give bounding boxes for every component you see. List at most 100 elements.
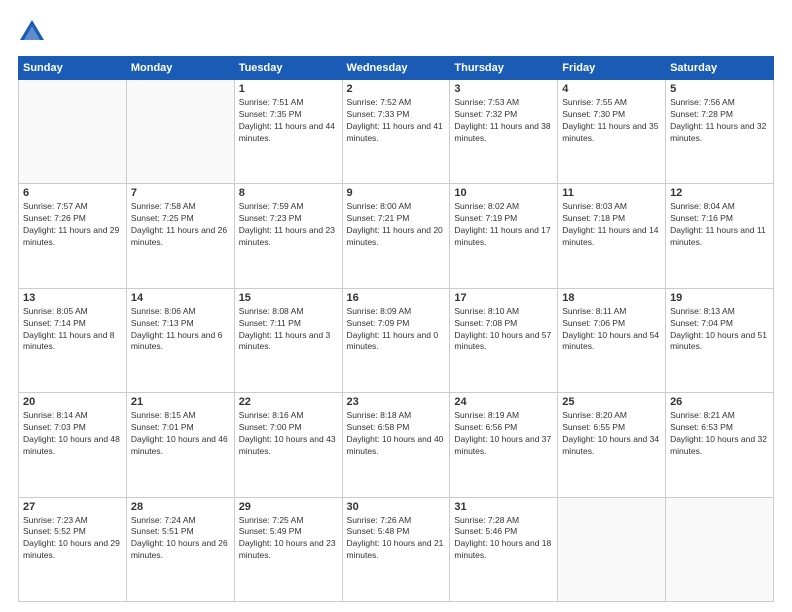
calendar-cell: 11 Sunrise: 8:03 AMSunset: 7:18 PMDayligh… xyxy=(558,184,666,288)
calendar-cell: 21 Sunrise: 8:15 AMSunset: 7:01 PMDayligh… xyxy=(126,393,234,497)
calendar-cell: 14 Sunrise: 8:06 AMSunset: 7:13 PMDayligh… xyxy=(126,288,234,392)
calendar-cell: 17Sunrise: 8:10 AMSunset: 7:08 PMDayligh… xyxy=(450,288,558,392)
day-number: 16 xyxy=(347,292,446,304)
calendar-cell: 4 Sunrise: 7:55 AMSunset: 7:30 PMDaylight… xyxy=(558,80,666,184)
calendar-cell xyxy=(666,497,774,601)
calendar-cell: 24 Sunrise: 8:19 AMSunset: 6:56 PMDayligh… xyxy=(450,393,558,497)
col-header-friday: Friday xyxy=(558,57,666,80)
cell-info: Sunrise: 7:58 AMSunset: 7:25 PMDaylight:… xyxy=(131,201,230,249)
calendar-cell: 23 Sunrise: 8:18 AMSunset: 6:58 PMDayligh… xyxy=(342,393,450,497)
day-number: 30 xyxy=(347,501,446,513)
calendar-week-3: 20 Sunrise: 8:14 AMSunset: 7:03 PMDayligh… xyxy=(19,393,774,497)
logo-icon xyxy=(18,18,46,46)
cell-info: Sunrise: 7:23 AMSunset: 5:52 PMDaylight:… xyxy=(23,515,122,563)
cell-info: Sunrise: 7:51 AMSunset: 7:35 PMDaylight:… xyxy=(239,97,338,145)
calendar-cell xyxy=(19,80,127,184)
cell-info: Sunrise: 7:55 AMSunset: 7:30 PMDaylight:… xyxy=(562,97,661,145)
cell-info: Sunrise: 8:15 AMSunset: 7:01 PMDaylight:… xyxy=(131,410,230,458)
calendar-week-4: 27 Sunrise: 7:23 AMSunset: 5:52 PMDayligh… xyxy=(19,497,774,601)
calendar-cell: 9 Sunrise: 8:00 AMSunset: 7:21 PMDaylight… xyxy=(342,184,450,288)
day-number: 4 xyxy=(562,83,661,95)
day-number: 5 xyxy=(670,83,769,95)
calendar-cell: 12Sunrise: 8:04 AMSunset: 7:16 PMDayligh… xyxy=(666,184,774,288)
calendar-cell: 18Sunrise: 8:11 AMSunset: 7:06 PMDayligh… xyxy=(558,288,666,392)
day-number: 14 xyxy=(131,292,230,304)
cell-info: Sunrise: 8:13 AMSunset: 7:04 PMDaylight:… xyxy=(670,306,769,354)
calendar-cell: 5 Sunrise: 7:56 AMSunset: 7:28 PMDaylight… xyxy=(666,80,774,184)
cell-info: Sunrise: 7:53 AMSunset: 7:32 PMDaylight:… xyxy=(454,97,553,145)
cell-info: Sunrise: 8:04 AMSunset: 7:16 PMDaylight:… xyxy=(670,201,769,249)
cell-info: Sunrise: 8:16 AMSunset: 7:00 PMDaylight:… xyxy=(239,410,338,458)
day-number: 24 xyxy=(454,396,553,408)
day-number: 18 xyxy=(562,292,661,304)
col-header-monday: Monday xyxy=(126,57,234,80)
day-number: 28 xyxy=(131,501,230,513)
logo xyxy=(18,18,50,46)
calendar-week-0: 1 Sunrise: 7:51 AMSunset: 7:35 PMDaylight… xyxy=(19,80,774,184)
calendar-week-2: 13 Sunrise: 8:05 AMSunset: 7:14 PMDayligh… xyxy=(19,288,774,392)
calendar-table: SundayMondayTuesdayWednesdayThursdayFrid… xyxy=(18,56,774,602)
col-header-tuesday: Tuesday xyxy=(234,57,342,80)
cell-info: Sunrise: 8:06 AMSunset: 7:13 PMDaylight:… xyxy=(131,306,230,354)
cell-info: Sunrise: 8:00 AMSunset: 7:21 PMDaylight:… xyxy=(347,201,446,249)
cell-info: Sunrise: 7:28 AMSunset: 5:46 PMDaylight:… xyxy=(454,515,553,563)
calendar-cell: 22 Sunrise: 8:16 AMSunset: 7:00 PMDayligh… xyxy=(234,393,342,497)
cell-info: Sunrise: 8:10 AMSunset: 7:08 PMDaylight:… xyxy=(454,306,553,354)
cell-info: Sunrise: 7:57 AMSunset: 7:26 PMDaylight:… xyxy=(23,201,122,249)
header xyxy=(18,18,774,46)
calendar-cell xyxy=(126,80,234,184)
day-number: 8 xyxy=(239,187,338,199)
day-number: 20 xyxy=(23,396,122,408)
day-number: 13 xyxy=(23,292,122,304)
calendar-cell: 28 Sunrise: 7:24 AMSunset: 5:51 PMDayligh… xyxy=(126,497,234,601)
cell-info: Sunrise: 7:26 AMSunset: 5:48 PMDaylight:… xyxy=(347,515,446,563)
calendar-cell: 6 Sunrise: 7:57 AMSunset: 7:26 PMDaylight… xyxy=(19,184,127,288)
calendar-cell xyxy=(558,497,666,601)
cell-info: Sunrise: 7:25 AMSunset: 5:49 PMDaylight:… xyxy=(239,515,338,563)
day-number: 29 xyxy=(239,501,338,513)
cell-info: Sunrise: 8:21 AMSunset: 6:53 PMDaylight:… xyxy=(670,410,769,458)
cell-info: Sunrise: 8:19 AMSunset: 6:56 PMDaylight:… xyxy=(454,410,553,458)
calendar-cell: 2 Sunrise: 7:52 AMSunset: 7:33 PMDaylight… xyxy=(342,80,450,184)
day-number: 2 xyxy=(347,83,446,95)
cell-info: Sunrise: 7:56 AMSunset: 7:28 PMDaylight:… xyxy=(670,97,769,145)
calendar-cell: 8 Sunrise: 7:59 AMSunset: 7:23 PMDaylight… xyxy=(234,184,342,288)
calendar-cell: 7 Sunrise: 7:58 AMSunset: 7:25 PMDaylight… xyxy=(126,184,234,288)
calendar-cell: 25 Sunrise: 8:20 AMSunset: 6:55 PMDayligh… xyxy=(558,393,666,497)
cell-info: Sunrise: 8:20 AMSunset: 6:55 PMDaylight:… xyxy=(562,410,661,458)
calendar-cell: 10Sunrise: 8:02 AMSunset: 7:19 PMDayligh… xyxy=(450,184,558,288)
cell-info: Sunrise: 8:02 AMSunset: 7:19 PMDaylight:… xyxy=(454,201,553,249)
cell-info: Sunrise: 8:05 AMSunset: 7:14 PMDaylight:… xyxy=(23,306,122,354)
cell-info: Sunrise: 7:24 AMSunset: 5:51 PMDaylight:… xyxy=(131,515,230,563)
day-number: 27 xyxy=(23,501,122,513)
day-number: 25 xyxy=(562,396,661,408)
day-number: 3 xyxy=(454,83,553,95)
col-header-saturday: Saturday xyxy=(666,57,774,80)
day-number: 21 xyxy=(131,396,230,408)
day-number: 22 xyxy=(239,396,338,408)
cell-info: Sunrise: 8:18 AMSunset: 6:58 PMDaylight:… xyxy=(347,410,446,458)
col-header-thursday: Thursday xyxy=(450,57,558,80)
cell-info: Sunrise: 8:14 AMSunset: 7:03 PMDaylight:… xyxy=(23,410,122,458)
day-number: 1 xyxy=(239,83,338,95)
day-number: 15 xyxy=(239,292,338,304)
calendar-cell: 13 Sunrise: 8:05 AMSunset: 7:14 PMDayligh… xyxy=(19,288,127,392)
day-number: 31 xyxy=(454,501,553,513)
cell-info: Sunrise: 7:52 AMSunset: 7:33 PMDaylight:… xyxy=(347,97,446,145)
calendar-cell: 31 Sunrise: 7:28 AMSunset: 5:46 PMDayligh… xyxy=(450,497,558,601)
calendar-cell: 30 Sunrise: 7:26 AMSunset: 5:48 PMDayligh… xyxy=(342,497,450,601)
calendar-cell: 3 Sunrise: 7:53 AMSunset: 7:32 PMDaylight… xyxy=(450,80,558,184)
day-number: 23 xyxy=(347,396,446,408)
day-number: 11 xyxy=(562,187,661,199)
calendar-cell: 29 Sunrise: 7:25 AMSunset: 5:49 PMDayligh… xyxy=(234,497,342,601)
day-number: 9 xyxy=(347,187,446,199)
day-number: 7 xyxy=(131,187,230,199)
calendar-cell: 26 Sunrise: 8:21 AMSunset: 6:53 PMDayligh… xyxy=(666,393,774,497)
cell-info: Sunrise: 8:03 AMSunset: 7:18 PMDaylight:… xyxy=(562,201,661,249)
calendar-cell: 15 Sunrise: 8:08 AMSunset: 7:11 PMDayligh… xyxy=(234,288,342,392)
calendar-header-row: SundayMondayTuesdayWednesdayThursdayFrid… xyxy=(19,57,774,80)
cell-info: Sunrise: 7:59 AMSunset: 7:23 PMDaylight:… xyxy=(239,201,338,249)
day-number: 6 xyxy=(23,187,122,199)
day-number: 26 xyxy=(670,396,769,408)
cell-info: Sunrise: 8:08 AMSunset: 7:11 PMDaylight:… xyxy=(239,306,338,354)
